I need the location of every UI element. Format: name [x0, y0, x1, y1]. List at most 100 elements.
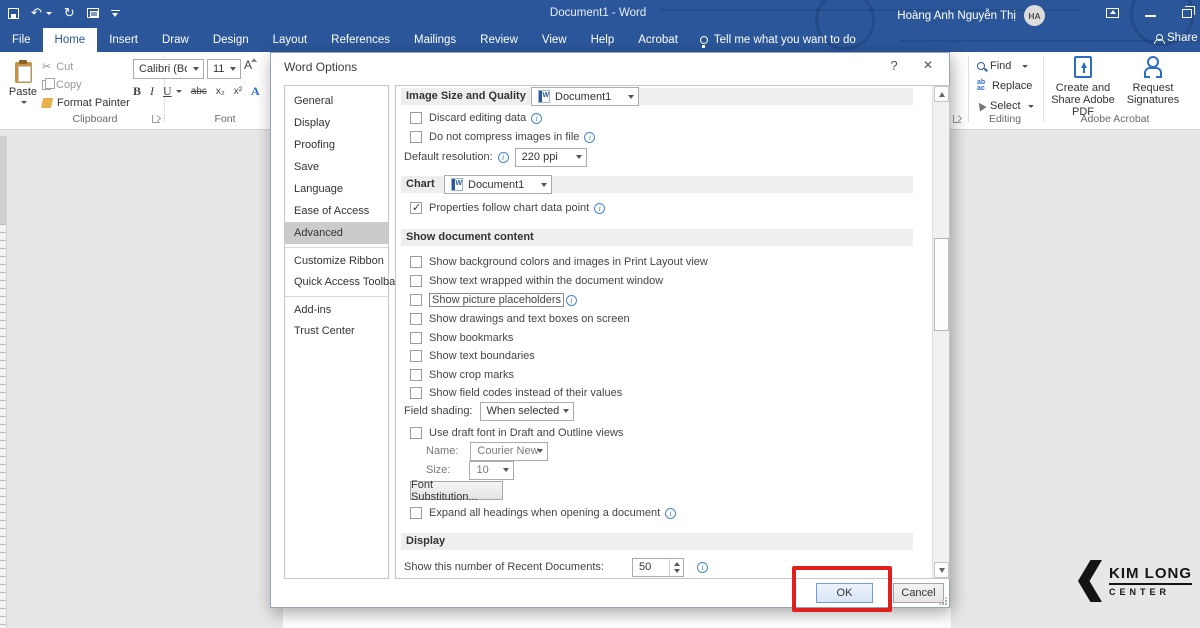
font-name-combo[interactable]: Calibri (Body) — [133, 59, 204, 79]
sidebar-item-customize-ribbon[interactable]: Customize Ribbon — [285, 247, 388, 271]
info-icon: i — [566, 295, 577, 306]
show-background-colors-checkbox[interactable] — [410, 256, 422, 268]
properties-follow-chart-checkbox[interactable] — [410, 202, 422, 214]
dropdown-caret-icon — [503, 468, 509, 472]
create-share-pdf-button[interactable]: Create and Share Adobe PDF — [1046, 56, 1120, 118]
find-caret-icon — [1022, 65, 1028, 68]
show-field-codes-checkbox[interactable] — [410, 387, 422, 399]
no-compress-images-checkbox[interactable] — [410, 131, 422, 143]
find-button[interactable]: Find — [977, 56, 1039, 76]
undo-icon[interactable]: ↶ — [31, 5, 42, 21]
scroll-up-icon[interactable] — [934, 86, 949, 102]
tab-home[interactable]: Home — [43, 28, 98, 52]
size-value: 10 — [476, 464, 488, 476]
default-resolution-dropdown[interactable]: 220 ppi — [515, 148, 587, 167]
clipboard-dialog-launcher-icon[interactable] — [152, 115, 160, 123]
account-area[interactable]: Hoàng Anh Nguyễn Thị HA — [897, 5, 1045, 26]
copy-button[interactable]: Copy — [42, 79, 82, 91]
sidebar-item-add-ins[interactable]: Add-ins — [285, 296, 388, 320]
sidebar-item-general[interactable]: General — [285, 90, 388, 112]
bold-button[interactable]: B — [133, 84, 141, 99]
format-painter-icon — [41, 98, 53, 108]
chart-scope-dropdown[interactable]: Document1 — [444, 175, 552, 194]
text-effects-button[interactable]: A — [251, 84, 260, 99]
font-group-label: Font — [195, 113, 255, 125]
italic-button[interactable]: I — [150, 84, 154, 99]
show-text-boundaries-checkbox[interactable] — [410, 350, 422, 362]
draft-font-size-dropdown[interactable]: 10 — [469, 461, 514, 480]
show-crop-marks-checkbox[interactable] — [410, 369, 422, 381]
image-quality-scope-dropdown[interactable]: Document1 — [531, 87, 639, 106]
tab-acrobat[interactable]: Acrobat — [626, 28, 690, 52]
close-icon[interactable]: ✕ — [919, 58, 937, 72]
sidebar-item-save[interactable]: Save — [285, 156, 388, 178]
subscript-button[interactable]: x₂ — [216, 86, 225, 97]
scrollbar-thumb[interactable] — [934, 238, 949, 331]
field-shading-value: When selected — [487, 405, 560, 417]
grow-font-button[interactable]: A — [244, 58, 252, 72]
spin-down-icon[interactable] — [674, 569, 680, 573]
cancel-button[interactable]: Cancel — [893, 583, 944, 603]
scroll-down-icon[interactable] — [934, 562, 949, 578]
sidebar-item-advanced[interactable]: Advanced — [285, 222, 388, 244]
sidebar-item-trust-center[interactable]: Trust Center — [285, 320, 388, 342]
font-substitution-button[interactable]: Font Substitution... — [410, 481, 503, 500]
tab-draw[interactable]: Draw — [150, 28, 201, 52]
tab-view[interactable]: View — [530, 28, 579, 52]
sidebar-item-language[interactable]: Language — [285, 178, 388, 200]
strikethrough-button[interactable]: abc — [191, 86, 207, 97]
underline-caret-icon[interactable] — [176, 90, 182, 93]
styles-dialog-launcher-icon[interactable] — [953, 115, 961, 123]
dialog-scrollbar[interactable] — [932, 86, 949, 578]
spin-up-icon[interactable] — [674, 562, 680, 566]
spinner-arrows[interactable] — [669, 559, 683, 576]
sidebar-item-display[interactable]: Display — [285, 112, 388, 134]
format-painter-button[interactable]: Format Painter — [42, 97, 130, 109]
request-signatures-button[interactable]: Request Signatures — [1116, 56, 1190, 106]
cut-label: Cut — [56, 61, 73, 73]
recent-documents-spinner[interactable]: 50 — [632, 558, 684, 577]
show-bookmarks-checkbox[interactable] — [410, 332, 422, 344]
paste-button[interactable]: Paste — [6, 58, 40, 120]
option-row: Expand all headings when opening a docum… — [410, 505, 676, 521]
expand-headings-checkbox[interactable] — [410, 507, 422, 519]
tab-insert[interactable]: Insert — [97, 28, 150, 52]
cut-button[interactable]: ✂ Cut — [42, 60, 73, 73]
share-button[interactable]: Share — [1154, 32, 1200, 44]
restore-icon[interactable] — [1182, 9, 1192, 18]
tell-me-box[interactable]: Tell me what you want to do — [690, 28, 866, 52]
use-draft-font-checkbox[interactable] — [410, 427, 422, 439]
replace-button[interactable]: abac Replace — [977, 76, 1039, 96]
sidebar-item-proofing[interactable]: Proofing — [285, 134, 388, 156]
tab-design[interactable]: Design — [201, 28, 261, 52]
help-button[interactable]: ? — [885, 58, 903, 73]
paste-clipboard-icon — [15, 62, 32, 83]
tab-mailings[interactable]: Mailings — [402, 28, 468, 52]
show-picture-placeholders-checkbox[interactable] — [410, 294, 422, 306]
field-shading-dropdown[interactable]: When selected — [480, 402, 574, 421]
avatar[interactable]: HA — [1024, 5, 1045, 26]
tab-file[interactable]: File — [0, 28, 43, 52]
discard-editing-data-checkbox[interactable] — [410, 112, 422, 124]
superscript-button[interactable]: x² — [234, 86, 242, 97]
tab-review[interactable]: Review — [468, 28, 530, 52]
draft-font-name-dropdown[interactable]: Courier New — [470, 442, 548, 461]
tab-help[interactable]: Help — [579, 28, 627, 52]
show-text-wrapped-checkbox[interactable] — [410, 275, 422, 287]
show-drawings-checkbox[interactable] — [410, 313, 422, 325]
font-size-combo[interactable]: 11 — [207, 59, 241, 79]
touch-mouse-mode-icon[interactable] — [87, 8, 99, 18]
paste-label: Paste — [9, 86, 37, 98]
tab-references[interactable]: References — [319, 28, 402, 52]
customize-qat-icon[interactable] — [111, 10, 120, 16]
resize-grip[interactable] — [939, 597, 947, 605]
tab-layout[interactable]: Layout — [261, 28, 320, 52]
underline-button[interactable]: U — [163, 84, 172, 99]
undo-dropdown-caret-icon[interactable] — [46, 12, 52, 15]
minimize-icon[interactable] — [1145, 15, 1156, 17]
sidebar-item-ease-of-access[interactable]: Ease of Access — [285, 200, 388, 222]
ribbon-display-options-icon[interactable] — [1106, 8, 1119, 18]
sidebar-item-quick-access-toolbar[interactable]: Quick Access Toolbar — [285, 271, 388, 293]
save-icon[interactable] — [8, 8, 19, 19]
redo-icon[interactable]: ↻ — [64, 5, 75, 21]
